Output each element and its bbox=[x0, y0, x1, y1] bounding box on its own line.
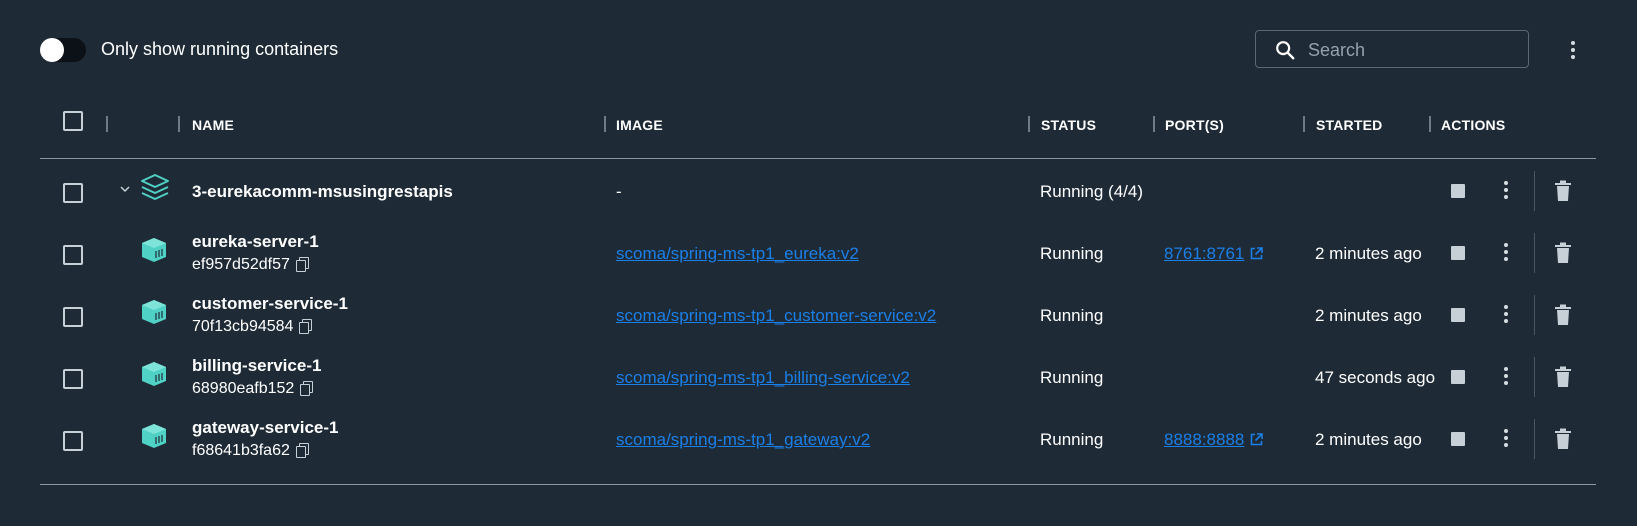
container-name[interactable]: billing-service-1 bbox=[192, 356, 321, 376]
started-time: 2 minutes ago bbox=[1315, 430, 1422, 449]
container-status: Running bbox=[1040, 368, 1104, 387]
external-link-icon bbox=[1251, 433, 1264, 446]
running-only-toggle[interactable] bbox=[40, 38, 86, 62]
container-status: Running bbox=[1040, 430, 1104, 449]
trash-icon[interactable] bbox=[1554, 242, 1572, 264]
copy-icon[interactable] bbox=[300, 381, 314, 396]
table-row-group[interactable]: 3-eurekacomm-msusingrestapis - Running (… bbox=[40, 160, 1596, 225]
external-link-icon bbox=[1251, 247, 1264, 260]
column-resizer[interactable] bbox=[1028, 116, 1030, 132]
row-checkbox[interactable] bbox=[63, 431, 83, 451]
stop-icon[interactable] bbox=[1451, 432, 1465, 446]
search-icon bbox=[1276, 41, 1295, 60]
column-resizer[interactable] bbox=[1429, 116, 1431, 132]
group-image: - bbox=[616, 182, 622, 201]
row-checkbox[interactable] bbox=[63, 369, 83, 389]
column-header-name[interactable]: NAME bbox=[192, 117, 234, 133]
container-id: f68641b3fa62 bbox=[192, 442, 309, 460]
row-more-options-icon[interactable] bbox=[1498, 426, 1514, 452]
image-link[interactable]: scoma/spring-ms-tp1_gateway:v2 bbox=[616, 430, 870, 450]
row-more-options-icon[interactable] bbox=[1498, 178, 1514, 204]
container-name[interactable]: customer-service-1 bbox=[192, 294, 348, 314]
table-row[interactable]: customer-service-1 70f13cb94584 scoma/sp… bbox=[40, 284, 1596, 349]
column-resizer[interactable] bbox=[1303, 116, 1305, 132]
copy-icon[interactable] bbox=[295, 257, 309, 272]
select-all-checkbox[interactable] bbox=[63, 111, 83, 131]
table-header: NAME IMAGE STATUS PORT(S) STARTED ACTION… bbox=[40, 100, 1596, 158]
actions-divider bbox=[1534, 295, 1535, 335]
trash-icon[interactable] bbox=[1554, 366, 1572, 388]
column-resizer[interactable] bbox=[1153, 116, 1155, 132]
trash-icon[interactable] bbox=[1554, 428, 1572, 450]
actions-divider bbox=[1534, 419, 1535, 459]
table-top-divider bbox=[40, 158, 1596, 159]
running-only-label: Only show running containers bbox=[101, 39, 339, 59]
stop-icon[interactable] bbox=[1451, 308, 1465, 322]
actions-divider bbox=[1534, 171, 1535, 211]
column-header-status[interactable]: STATUS bbox=[1041, 117, 1096, 133]
column-resizer[interactable] bbox=[178, 116, 180, 132]
container-id: 68980eafb152 bbox=[192, 380, 314, 398]
actions-divider bbox=[1534, 357, 1535, 397]
port-link[interactable]: 8761:8761 bbox=[1164, 244, 1264, 264]
row-more-options-icon[interactable] bbox=[1498, 240, 1514, 266]
column-header-actions: ACTIONS bbox=[1441, 117, 1506, 133]
started-time: 2 minutes ago bbox=[1315, 306, 1422, 325]
row-checkbox[interactable] bbox=[63, 245, 83, 265]
search-input[interactable] bbox=[1306, 37, 1520, 63]
container-name[interactable]: gateway-service-1 bbox=[192, 418, 338, 438]
trash-icon[interactable] bbox=[1554, 180, 1572, 202]
container-name[interactable]: eureka-server-1 bbox=[192, 232, 319, 252]
table-row[interactable]: gateway-service-1 f68641b3fa62 scoma/spr… bbox=[40, 408, 1596, 473]
row-checkbox[interactable] bbox=[63, 307, 83, 327]
image-link[interactable]: scoma/spring-ms-tp1_eureka:v2 bbox=[616, 244, 859, 264]
container-id: 70f13cb94584 bbox=[192, 318, 313, 336]
image-link[interactable]: scoma/spring-ms-tp1_billing-service:v2 bbox=[616, 368, 910, 388]
container-icon bbox=[142, 362, 166, 386]
toggle-knob bbox=[40, 38, 64, 62]
started-time: 2 minutes ago bbox=[1315, 244, 1422, 263]
column-header-ports[interactable]: PORT(S) bbox=[1165, 117, 1224, 133]
group-name[interactable]: 3-eurekacomm-msusingrestapis bbox=[192, 182, 453, 202]
container-id: ef957d52df57 bbox=[192, 256, 309, 274]
column-header-started[interactable]: STARTED bbox=[1316, 117, 1382, 133]
container-icon bbox=[142, 238, 166, 262]
stop-icon[interactable] bbox=[1451, 184, 1465, 198]
stop-icon[interactable] bbox=[1451, 370, 1465, 384]
container-icon bbox=[142, 424, 166, 448]
actions-divider bbox=[1534, 233, 1535, 273]
row-more-options-icon[interactable] bbox=[1498, 302, 1514, 328]
search-box[interactable] bbox=[1255, 30, 1529, 68]
container-status: Running bbox=[1040, 244, 1104, 263]
layers-stack-icon bbox=[141, 174, 169, 200]
trash-icon[interactable] bbox=[1554, 304, 1572, 326]
toolbar: Only show running containers bbox=[0, 0, 1637, 100]
chevron-down-icon[interactable] bbox=[120, 184, 130, 194]
table-row[interactable]: eureka-server-1 ef957d52df57 scoma/sprin… bbox=[40, 222, 1596, 287]
column-header-image[interactable]: IMAGE bbox=[616, 117, 663, 133]
column-resizer[interactable] bbox=[604, 116, 606, 132]
stop-icon[interactable] bbox=[1451, 246, 1465, 260]
more-options-icon[interactable] bbox=[1565, 38, 1581, 62]
row-checkbox[interactable] bbox=[63, 183, 83, 203]
image-link[interactable]: scoma/spring-ms-tp1_customer-service:v2 bbox=[616, 306, 936, 326]
started-time: 47 seconds ago bbox=[1315, 368, 1436, 387]
column-resizer[interactable] bbox=[106, 116, 108, 132]
container-status: Running bbox=[1040, 306, 1104, 325]
copy-icon[interactable] bbox=[299, 319, 313, 334]
container-icon bbox=[142, 300, 166, 324]
table-bottom-divider bbox=[40, 484, 1596, 485]
table-row[interactable]: billing-service-1 68980eafb152 scoma/spr… bbox=[40, 346, 1596, 411]
port-link[interactable]: 8888:8888 bbox=[1164, 430, 1264, 450]
row-more-options-icon[interactable] bbox=[1498, 364, 1514, 390]
copy-icon[interactable] bbox=[295, 443, 309, 458]
group-status: Running (4/4) bbox=[1040, 182, 1144, 201]
